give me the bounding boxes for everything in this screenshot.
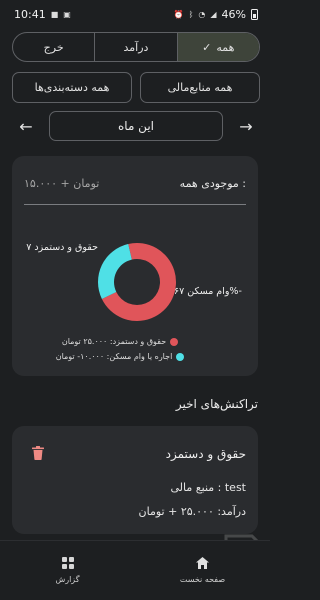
donut-slice-1 <box>98 243 132 300</box>
legend-dot-rent <box>176 352 185 361</box>
transaction-source: منبع مالی : test <box>170 481 246 494</box>
tab-income-label: درآمد <box>123 40 149 54</box>
tab-all[interactable]: ✓ همه <box>176 33 259 61</box>
chart-legend: حقوق و دستمزد: ۲۵.۰۰۰ تومان اجاره یا وام… <box>12 334 258 364</box>
arrow-left-icon[interactable]: ← <box>12 117 40 136</box>
bluetooth-icon: ᛒ <box>188 9 194 19</box>
all-categories-chip[interactable]: همه دسته‌بندی‌ها <box>12 72 132 103</box>
slice-label-rent: وام مسکن ۶۷%- <box>174 286 242 297</box>
transaction-card[interactable]: حقوق و دستمزد منبع مالی : test درآمد: ۲۵… <box>12 426 258 534</box>
slice-label-salary: حقوق و دستمزد ۷ <box>26 242 98 253</box>
summary-card: ۱۵.۰۰۰ + تومان موجودی همه : حقوق و دستمز… <box>12 156 258 376</box>
tab-expense-label: خرج <box>43 40 64 54</box>
tab-expense[interactable]: خرج <box>13 33 94 61</box>
legend-label-salary: حقوق و دستمزد: ۲۵.۰۰۰ تومان <box>61 337 167 346</box>
nav-report[interactable]: گزارش <box>0 541 135 600</box>
legend-item-salary: حقوق و دستمزد: ۲۵.۰۰۰ تومان <box>12 334 258 349</box>
tab-all-label: همه <box>216 40 235 54</box>
status-bar: 10:41 ■ ▣ ⏰ ᛒ ◔ ◢ 46% <box>0 0 270 28</box>
period-navigator: ← این ماه → <box>12 111 260 141</box>
status-right: ⏰ ᛒ ◔ ◢ 46% <box>174 8 258 21</box>
battery-icon <box>251 8 258 20</box>
transaction-title: حقوق و دستمزد <box>165 447 246 461</box>
nav-report-label: گزارش <box>55 575 80 584</box>
legend-item-rent: اجاره یا وام مسکن: ۱۰.۰۰۰- تومان <box>12 349 258 364</box>
status-left: 10:41 ■ ▣ <box>14 8 71 21</box>
nav-home-label: صفحه نخست <box>179 575 226 584</box>
bottom-navigation: گزارش صفحه نخست <box>0 540 270 600</box>
home-icon <box>196 557 209 569</box>
tab-income[interactable]: درآمد <box>94 33 176 61</box>
check-icon: ✓ <box>202 40 212 54</box>
legend-label-rent: اجاره یا وام مسکن: ۱۰.۰۰۰- تومان <box>55 352 173 361</box>
period-label: این ماه <box>118 119 154 133</box>
transaction-amount: درآمد: ۲۵.۰۰۰ + تومان <box>138 505 246 518</box>
battery-percent: 46% <box>221 7 246 21</box>
type-segmented-control: خرج درآمد ✓ همه <box>12 32 260 62</box>
arrow-right-icon[interactable]: → <box>232 117 260 136</box>
nav-home[interactable]: صفحه نخست <box>135 541 270 600</box>
trash-icon[interactable] <box>32 445 44 464</box>
signal-icon: ◢ <box>210 9 217 19</box>
all-categories-label: همه دسته‌بندی‌ها <box>34 81 110 94</box>
legend-dot-salary <box>170 337 179 346</box>
all-sources-chip[interactable]: همه منابع‌مالی <box>140 72 260 103</box>
all-sources-label: همه منابع‌مالی <box>167 81 233 94</box>
notification-icon: ■ <box>50 9 59 19</box>
recent-transactions-title: تراکنش‌های اخیر <box>175 397 258 411</box>
status-time: 10:41 <box>14 7 46 21</box>
filter-row: همه دسته‌بندی‌ها همه منابع‌مالی <box>12 72 260 103</box>
grid-icon <box>61 557 74 569</box>
wifi-icon: ◔ <box>198 9 206 19</box>
alarm-icon: ⏰ <box>173 9 184 19</box>
gallery-icon: ▣ <box>63 9 71 19</box>
period-selector[interactable]: این ماه <box>49 111 223 141</box>
